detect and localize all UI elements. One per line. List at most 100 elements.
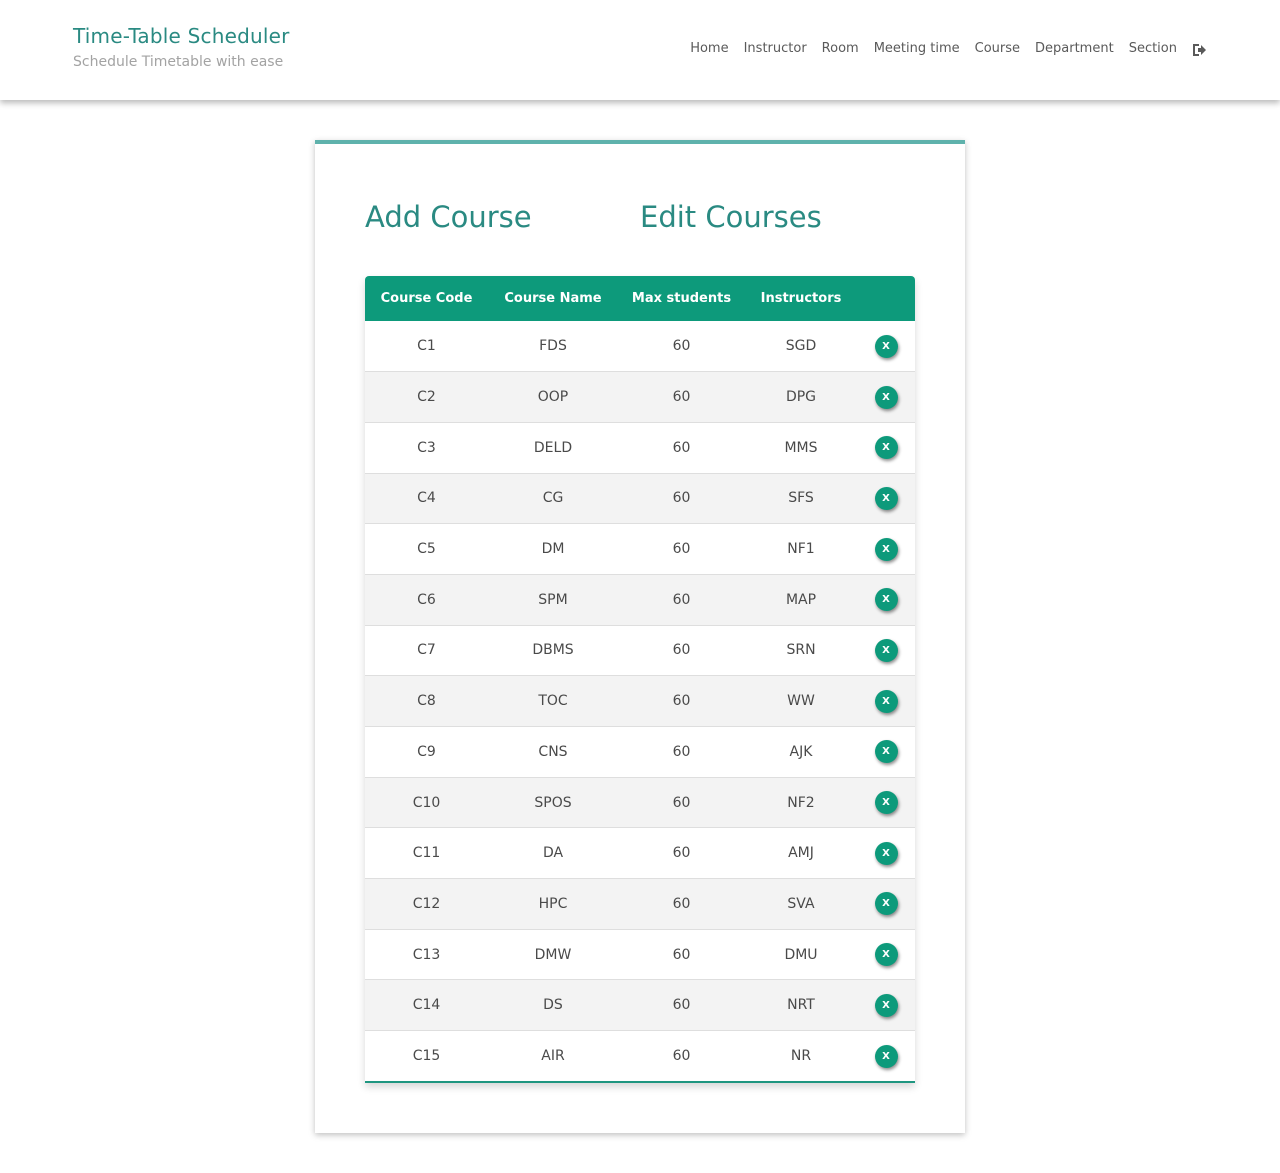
instructor-cell: NR	[790, 1048, 812, 1065]
table-row: C15 AIR 60 NR X	[365, 1030, 915, 1082]
table-row: C12 HPC 60 SVA X	[365, 878, 915, 930]
max-students-cell: 60	[672, 541, 691, 558]
delete-course-button[interactable]: X	[874, 943, 898, 967]
sign-out-icon[interactable]	[1192, 42, 1207, 56]
tab-add-course[interactable]: Add Course	[365, 200, 532, 234]
instructor-cell: NF2	[787, 794, 815, 811]
table-row: C6 SPM 60 MAP X	[365, 574, 915, 626]
nav-instructor[interactable]: Instructor	[744, 41, 807, 56]
delete-course-button[interactable]: X	[874, 436, 898, 460]
app-title[interactable]: Time-Table Scheduler	[73, 24, 290, 48]
instructor-cell: WW	[787, 693, 815, 710]
delete-course-button[interactable]: X	[874, 740, 898, 764]
course-name-cell: HPC	[538, 895, 568, 912]
course-name-cell: SPM	[538, 591, 568, 608]
course-code-cell: C10	[412, 794, 441, 811]
actions-cell: X	[857, 574, 915, 625]
courses-table: Course Code Course Name Max students Ins…	[365, 276, 915, 1082]
course-name-cell: FDS	[539, 338, 567, 355]
delete-course-button[interactable]: X	[874, 791, 898, 815]
course-code-cell: C15	[412, 1048, 441, 1065]
course-name-cell: DELD	[533, 439, 573, 456]
course-code-cell: C1	[417, 338, 436, 355]
max-students-cell: 60	[672, 693, 691, 710]
table-row: C14 DS 60 NRT X	[365, 979, 915, 1031]
course-name-cell: SPOS	[534, 794, 572, 811]
delete-course-button[interactable]: X	[874, 1044, 898, 1068]
table-row: C3 DELD 60 MMS X	[365, 422, 915, 474]
instructor-cell: NRT	[787, 997, 815, 1014]
actions-cell: X	[857, 625, 915, 676]
delete-course-button[interactable]: X	[874, 588, 898, 612]
actions-cell: X	[857, 879, 915, 930]
course-card: Add Course Edit Courses Course Code Cour…	[315, 140, 965, 1133]
course-code-cell: C5	[417, 541, 436, 558]
table-row: C9 CNS 60 AJK X	[365, 726, 915, 778]
nav-meeting-time[interactable]: Meeting time	[874, 41, 960, 56]
max-students-cell: 60	[672, 490, 691, 507]
delete-course-button[interactable]: X	[874, 993, 898, 1017]
header-instructors: Instructors	[760, 291, 842, 306]
header-actions	[857, 276, 915, 321]
max-students-cell: 60	[672, 895, 691, 912]
table-row: C13 DMW 60 DMU X	[365, 929, 915, 980]
course-code-cell: C13	[412, 946, 441, 963]
max-students-cell: 60	[672, 946, 691, 963]
course-name-cell: OOP	[537, 389, 569, 406]
app-subtitle: Schedule Timetable with ease	[73, 54, 284, 70]
instructor-cell: SGD	[785, 338, 817, 355]
table-body: C1 FDS 60 SGD X C2 OOP 60 DPG X C3 DELD 60 MMS X C4 CG 60…	[365, 321, 915, 1082]
nav-home[interactable]: Home	[690, 41, 728, 56]
instructor-cell: SVA	[787, 895, 815, 912]
instructor-cell: SFS	[788, 490, 814, 507]
max-students-cell: 60	[672, 997, 691, 1014]
max-students-cell: 60	[672, 642, 691, 659]
tab-edit-courses[interactable]: Edit Courses	[640, 200, 822, 234]
course-name-cell: CNS	[538, 743, 568, 760]
delete-course-button[interactable]: X	[874, 638, 898, 662]
actions-cell: X	[857, 1031, 915, 1082]
delete-course-button[interactable]: X	[874, 892, 898, 916]
instructor-cell: MAP	[785, 591, 817, 608]
max-students-cell: 60	[672, 845, 691, 862]
delete-course-button[interactable]: X	[874, 537, 898, 561]
delete-course-button[interactable]: X	[874, 385, 898, 409]
table-header-row: Course Code Course Name Max students Ins…	[365, 276, 915, 321]
max-students-cell: 60	[672, 794, 691, 811]
max-students-cell: 60	[672, 338, 691, 355]
nav-department[interactable]: Department	[1035, 41, 1114, 56]
max-students-cell: 60	[672, 743, 691, 760]
nav-course[interactable]: Course	[975, 41, 1020, 56]
table-header: Course Code Course Name Max students Ins…	[365, 276, 915, 321]
header-course-code: Course Code	[380, 291, 473, 306]
instructor-cell: SRN	[786, 642, 816, 659]
delete-course-button[interactable]: X	[874, 841, 898, 865]
max-students-cell: 60	[672, 389, 691, 406]
delete-course-button[interactable]: X	[874, 486, 898, 510]
instructor-cell: AJK	[789, 743, 813, 760]
nav-section[interactable]: Section	[1129, 41, 1177, 56]
delete-course-button[interactable]: X	[874, 689, 898, 713]
actions-cell: X	[857, 929, 915, 980]
top-navbar: Time-Table Scheduler Schedule Timetable …	[0, 0, 1280, 100]
course-name-cell: DM	[541, 541, 565, 558]
table-row: C10 SPOS 60 NF2 X	[365, 777, 915, 828]
delete-course-button[interactable]: X	[874, 334, 898, 358]
actions-cell: X	[857, 727, 915, 778]
course-code-cell: C7	[417, 642, 436, 659]
max-students-cell: 60	[672, 439, 691, 456]
actions-cell: X	[857, 321, 915, 372]
table-row: C8 TOC 60 WW X	[365, 675, 915, 727]
course-code-cell: C11	[412, 845, 441, 862]
course-code-cell: C6	[417, 591, 436, 608]
actions-cell: X	[857, 777, 915, 828]
instructor-cell: AMJ	[788, 845, 814, 862]
actions-cell: X	[857, 980, 915, 1031]
table-row: C7 DBMS 60 SRN X	[365, 625, 915, 676]
course-code-cell: C8	[417, 693, 436, 710]
course-code-cell: C2	[417, 389, 436, 406]
instructor-cell: DPG	[785, 389, 817, 406]
course-name-cell: DS	[543, 997, 563, 1014]
course-code-cell: C4	[417, 490, 436, 507]
nav-room[interactable]: Room	[822, 41, 859, 56]
